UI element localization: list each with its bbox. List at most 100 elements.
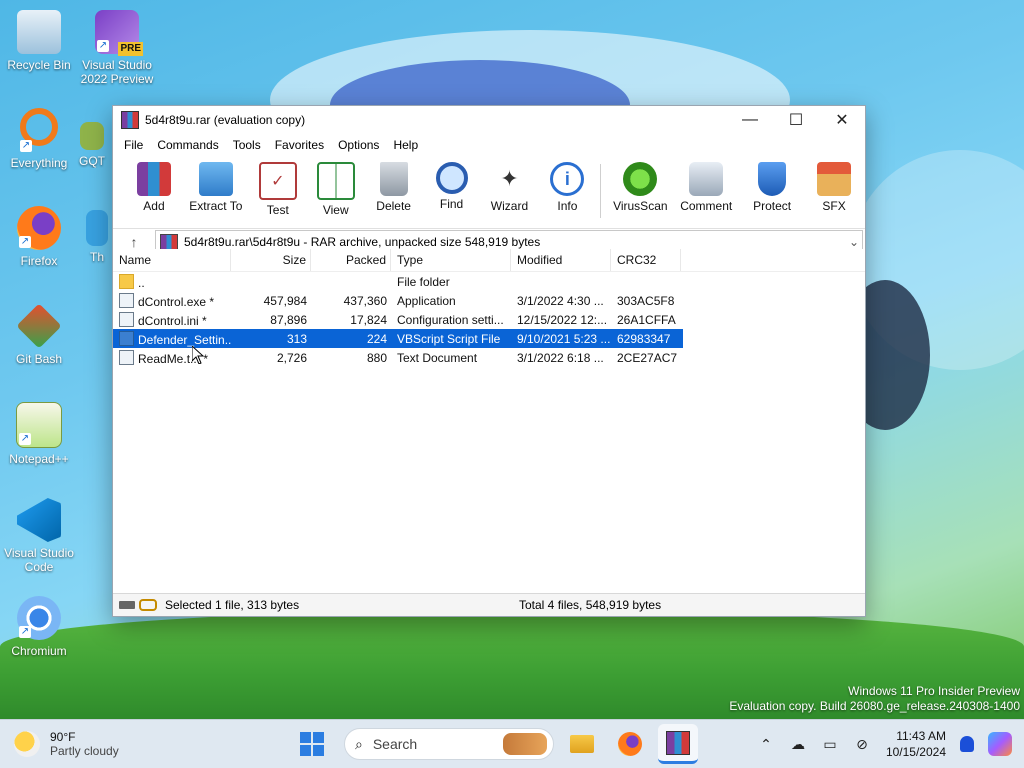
winrar-window[interactable]: 5d4r8t9u.rar (evaluation copy) — ☐ ✕ Fil… <box>112 105 866 617</box>
desktop-icon-everything[interactable]: ↗ Everything <box>1 108 77 170</box>
display-icon[interactable]: ▭ <box>818 736 842 753</box>
toolbar-find-label: Find <box>439 197 464 211</box>
column-size[interactable]: Size <box>231 249 311 271</box>
desktop-icon-label: Git Bash <box>15 352 63 366</box>
column-name[interactable]: Name <box>113 249 231 271</box>
toolbar-comment-button[interactable]: Comment <box>675 162 737 213</box>
desktop-icon-recycle-bin[interactable]: Recycle Bin <box>1 10 77 72</box>
weather-widget[interactable]: 90°F Partly cloudy <box>14 730 274 758</box>
desktop-icon-git-bash[interactable]: Git Bash <box>1 303 77 366</box>
windows-logo-icon <box>300 745 311 756</box>
desktop-icon-visual-studio[interactable]: ↗ PRE Visual Studio 2022 Preview <box>79 10 155 86</box>
key-icon[interactable] <box>139 599 157 611</box>
up-folder-button[interactable]: ↑ <box>113 234 155 250</box>
desktop-icon-label: Visual Studio 2022 Preview <box>80 58 154 86</box>
volume-muted-icon[interactable]: ⊘ <box>850 736 874 753</box>
minimize-icon: — <box>742 111 758 128</box>
virus-icon <box>623 162 658 196</box>
taskbar-winrar[interactable] <box>658 724 698 764</box>
toolbar-separator <box>600 164 602 218</box>
start-button[interactable] <box>300 732 324 756</box>
menu-help[interactable]: Help <box>386 138 425 152</box>
window-title: 5d4r8t9u.rar (evaluation copy) <box>145 113 306 127</box>
file-crc: 2CE27AC7 <box>617 350 678 365</box>
file-name: Defender_Settin... <box>138 332 231 347</box>
desktop-icon-vscode[interactable]: Visual Studio Code <box>1 498 77 574</box>
file-type: Configuration setti... <box>397 312 504 327</box>
file-packed: 17,824 <box>350 312 387 327</box>
taskbar-search[interactable]: ⌕ Search <box>344 728 554 760</box>
toolbar-info-button[interactable]: i Info <box>540 162 594 213</box>
toolbar-find-button[interactable]: Find <box>425 162 479 211</box>
file-type: Application <box>397 293 456 308</box>
toolbar-view-label: View <box>322 203 349 217</box>
desktop-icon-th[interactable]: Th <box>80 210 114 264</box>
taskbar-file-explorer[interactable] <box>562 724 602 764</box>
menu-tools[interactable]: Tools <box>226 138 268 152</box>
close-button[interactable]: ✕ <box>819 106 865 134</box>
network-offline-icon[interactable]: ☁ <box>786 736 810 753</box>
notification-bell-icon[interactable] <box>960 736 974 752</box>
toolbar-extract-to-button[interactable]: Extract To <box>185 162 247 213</box>
menu-commands[interactable]: Commands <box>150 138 225 152</box>
desktop-icon-gqt[interactable]: GQT <box>70 122 114 168</box>
chevron-up-icon[interactable]: ⌃ <box>754 736 778 753</box>
clock-time: 11:43 AM <box>896 729 946 743</box>
desktop-icon-notepad-plus-plus[interactable]: ↗ Notepad++ <box>1 402 77 466</box>
file-name: dControl.ini * <box>138 313 207 328</box>
toolbar-test-label: Test <box>266 203 289 217</box>
menu-options[interactable]: Options <box>331 138 386 152</box>
table-row[interactable]: ReadMe.t... * 2,726 880 Text Document 3/… <box>113 348 865 367</box>
window-titlebar[interactable]: 5d4r8t9u.rar (evaluation copy) — ☐ ✕ <box>113 106 865 134</box>
toolbar-view-button[interactable]: View <box>309 162 363 217</box>
shortcut-arrow-icon: ↗ <box>19 236 31 248</box>
toolbar-protect-label: Protect <box>753 199 792 213</box>
file-name-cell: ReadMe.t... * <box>113 349 231 366</box>
table-row[interactable]: dControl.exe * 457,984 437,360 Applicati… <box>113 291 865 310</box>
chevron-down-icon[interactable]: ⌄ <box>846 235 862 249</box>
column-packed[interactable]: Packed <box>311 249 391 271</box>
desktop-icon-firefox[interactable]: ↗ Firefox <box>1 206 77 268</box>
column-type[interactable]: Type <box>391 249 511 271</box>
column-modified[interactable]: Modified <box>511 249 611 271</box>
maximize-button[interactable]: ☐ <box>773 106 819 134</box>
folder-extract-icon <box>198 162 233 196</box>
toolbar-add-button[interactable]: Add <box>127 162 181 213</box>
menu-favorites[interactable]: Favorites <box>268 138 331 152</box>
file-modified: 12/15/2022 12:... <box>517 312 608 327</box>
desktop-icon-label: Visual Studio Code <box>4 546 74 574</box>
copilot-icon[interactable] <box>988 732 1012 756</box>
clock[interactable]: 11:43 AM 10/15/2024 <box>886 728 946 760</box>
pre-badge: PRE <box>118 42 143 56</box>
search-placeholder: Search <box>372 736 418 752</box>
file-modified: 3/1/2022 6:18 ... <box>517 350 604 365</box>
toolbar-protect-button[interactable]: Protect <box>741 162 803 213</box>
desktop-icon-chromium[interactable]: ↗ Chromium <box>1 596 77 658</box>
cursor-arrow-icon <box>191 344 205 365</box>
table-row[interactable]: .. File folder <box>113 272 865 291</box>
file-name-cell: Defender_Settin... <box>113 330 231 347</box>
file-packed: 880 <box>366 350 387 365</box>
taskbar-firefox[interactable] <box>610 724 650 764</box>
toolbar-extract-label: Extract To <box>189 199 243 213</box>
menu-bar: File Commands Tools Favorites Options He… <box>113 134 865 156</box>
notepad-plus-plus-icon: ↗ <box>16 402 62 448</box>
toolbar-virusscan-button[interactable]: VirusScan <box>609 162 671 213</box>
search-highlight-icon <box>503 733 547 755</box>
toolbar-wizard-button[interactable]: ✦ Wizard <box>483 162 537 213</box>
table-row[interactable]: dControl.ini * 87,896 17,824 Configurati… <box>113 310 865 329</box>
vbscript-file-icon <box>119 330 134 346</box>
minimize-button[interactable]: — <box>727 106 773 134</box>
file-name-cell: dControl.ini * <box>113 311 231 328</box>
drive-icon[interactable] <box>119 601 135 609</box>
status-total: Total 4 files, 548,919 bytes <box>519 598 662 612</box>
toolbar-delete-button[interactable]: Delete <box>367 162 421 213</box>
menu-file[interactable]: File <box>117 138 150 152</box>
file-list[interactable]: Name Size Packed Type Modified CRC32 .. … <box>113 249 865 594</box>
column-crc32[interactable]: CRC32 <box>611 249 681 271</box>
toolbar-test-button[interactable]: ✓ Test <box>251 162 305 217</box>
maximize-icon: ☐ <box>788 112 804 129</box>
file-type: Text Document <box>397 350 478 365</box>
toolbar-sfx-button[interactable]: SFX <box>807 162 861 213</box>
file-crc: 303AC5F8 <box>617 293 675 308</box>
